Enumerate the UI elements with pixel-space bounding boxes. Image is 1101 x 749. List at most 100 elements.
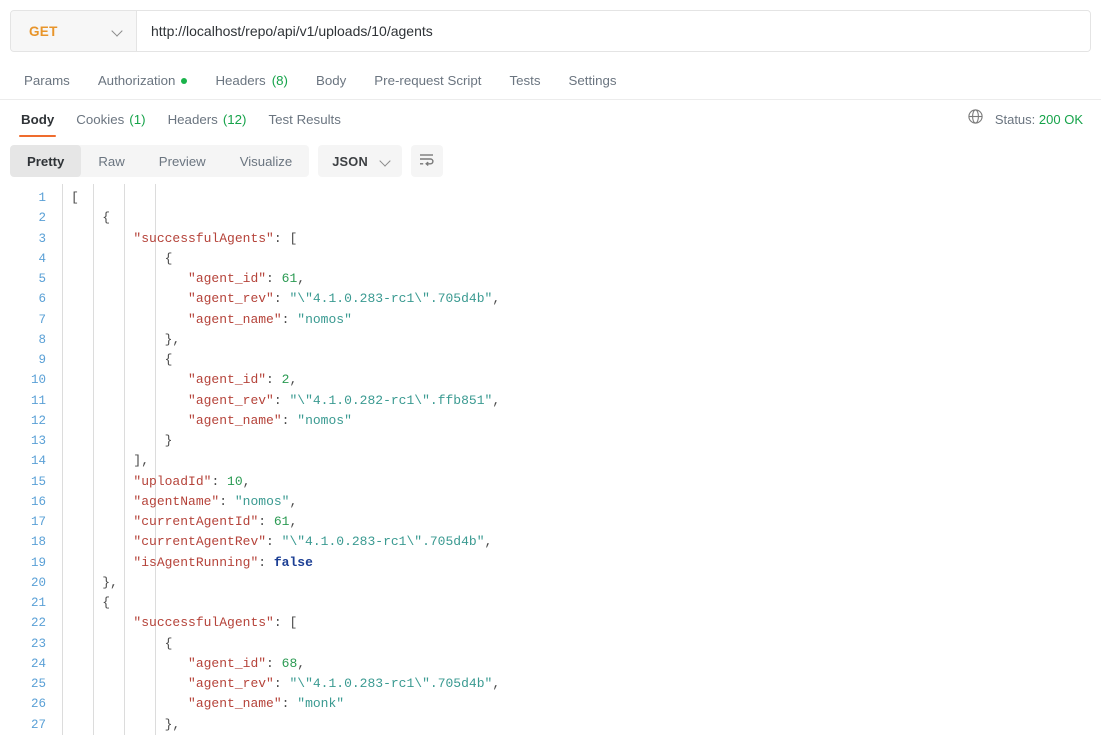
code-text: [ [71, 190, 79, 205]
code-text: { [164, 352, 173, 367]
code-line: 9 { [0, 350, 1101, 370]
line-number: 23 [30, 636, 46, 651]
code-text: "agent_rev": "\"4.1.0.282-rc1\".ffb851", [188, 392, 501, 408]
response-tab-label: Cookies [76, 111, 125, 127]
http-method-select[interactable]: GET [11, 11, 137, 51]
word-wrap-icon [418, 151, 435, 172]
language-select[interactable]: JSON [318, 145, 402, 177]
line-number: 27 [30, 717, 46, 732]
response-tab-body[interactable]: Body [10, 100, 65, 138]
response-tab-test-results[interactable]: Test Results [257, 100, 351, 138]
line-number: 4 [38, 251, 46, 266]
response-tab-label: Body [21, 111, 55, 127]
code-line: 26 "agent_name": "monk" [0, 694, 1101, 714]
code-line: 20 }, [0, 573, 1101, 593]
line-number: 13 [30, 434, 46, 448]
code-text: { [102, 595, 111, 610]
line-number: 7 [38, 312, 46, 327]
view-mode-visualize[interactable]: Visualize [223, 145, 310, 177]
code-line: 23 { [0, 634, 1101, 654]
line-number: 3 [38, 231, 46, 246]
response-tab-cookies[interactable]: Cookies (1) [65, 100, 156, 138]
response-body-viewer[interactable]: 1[2 {3 "successfulAgents": [4 {5 "agent_… [0, 184, 1101, 749]
code-text: "uploadId": 10, [133, 473, 251, 489]
code-line: 6 "agent_rev": "\"4.1.0.283-rc1\".705d4b… [0, 289, 1101, 309]
view-mode-segmented-control: Pretty Raw Preview Visualize [10, 145, 310, 177]
chevron-down-icon [112, 26, 123, 37]
status-label: Status: [994, 111, 1036, 127]
line-number: 18 [30, 535, 46, 550]
code-line: 8 }, [0, 330, 1101, 350]
json-code-block: 1[2 {3 "successfulAgents": [4 {5 "agent_… [0, 184, 1101, 735]
code-text: "agent_name": "nomos" [188, 311, 352, 327]
code-text: "agent_rev": "\"4.1.0.283-rc1\".705d4b", [188, 291, 501, 307]
request-tab-tests[interactable]: Tests [495, 62, 554, 99]
request-tab-label: Body [315, 73, 347, 88]
code-line: 4 { [0, 249, 1101, 269]
view-mode-preview[interactable]: Preview [142, 145, 223, 177]
code-text: { [164, 250, 173, 266]
code-text: "agent_name": "nomos" [188, 412, 352, 428]
request-tabs: Params Authorization Headers (8) Body Pr… [0, 62, 1101, 100]
line-number: 6 [38, 292, 46, 307]
code-line: 11 "agent_rev": "\"4.1.0.282-rc1\".ffb85… [0, 391, 1101, 411]
status-dot-icon [181, 77, 188, 84]
status-badge: Status: 200 OK [995, 112, 1083, 127]
code-text: "successfulAgents": [ [133, 615, 298, 631]
line-number: 8 [38, 332, 46, 347]
code-text: { [164, 635, 173, 651]
code-text: }, [164, 716, 181, 732]
code-line: 27 }, [0, 715, 1101, 735]
request-tab-label: Authorization [97, 73, 176, 88]
code-line: 24 "agent_id": 68, [0, 654, 1101, 674]
code-line: 10 "agent_id": 2, [0, 370, 1101, 390]
line-number: 5 [38, 272, 46, 286]
line-number: 19 [30, 555, 46, 570]
line-number: 24 [30, 656, 46, 671]
code-line: 17 "currentAgentId": 61, [0, 512, 1101, 532]
code-line: 18 "currentAgentRev": "\"4.1.0.283-rc1\"… [0, 532, 1101, 552]
response-tab-badge: (1) [129, 111, 146, 127]
code-text: "agent_rev": "\"4.1.0.283-rc1\".705d4b", [188, 676, 501, 691]
line-number: 25 [30, 677, 46, 691]
code-line: 16 "agentName": "nomos", [0, 492, 1101, 512]
http-method-label: GET [29, 23, 58, 39]
code-line: 1[ [0, 188, 1101, 208]
line-number: 2 [38, 211, 46, 226]
code-text: "agentName": "nomos", [133, 493, 298, 509]
response-tab-badge: (12) [222, 111, 247, 127]
code-line: 5 "agent_id": 61, [0, 269, 1101, 289]
request-tab-settings[interactable]: Settings [554, 62, 630, 99]
request-tab-params[interactable]: Params [10, 62, 84, 99]
response-tab-label: Test Results [268, 111, 341, 127]
line-number: 20 [30, 575, 46, 590]
line-number: 16 [30, 494, 46, 509]
code-line: 13 } [0, 431, 1101, 451]
line-number: 21 [30, 596, 46, 610]
request-tab-label: Headers [215, 73, 266, 88]
line-number: 1 [38, 191, 46, 205]
line-number: 10 [30, 373, 46, 388]
word-wrap-toggle[interactable] [410, 145, 443, 177]
code-line: 25 "agent_rev": "\"4.1.0.283-rc1\".705d4… [0, 674, 1101, 694]
request-tab-badge: (8) [271, 73, 288, 88]
request-tab-authorization[interactable]: Authorization [84, 62, 202, 99]
request-tab-pre-request-script[interactable]: Pre-request Script [360, 62, 495, 99]
line-number: 17 [30, 515, 46, 529]
code-line: 21 { [0, 593, 1101, 613]
request-tab-body[interactable]: Body [302, 62, 360, 99]
code-text: "currentAgentId": 61, [133, 514, 298, 529]
response-tab-headers[interactable]: Headers (12) [157, 100, 258, 138]
response-viewer-toolbar: Pretty Raw Preview Visualize JSON [0, 138, 1101, 184]
view-mode-raw[interactable]: Raw [81, 145, 141, 177]
line-number: 22 [30, 616, 46, 631]
code-line: 15 "uploadId": 10, [0, 472, 1101, 492]
view-mode-pretty[interactable]: Pretty [10, 145, 82, 177]
url-input[interactable]: http://localhost/repo/api/v1/uploads/10/… [137, 11, 1090, 51]
line-number: 9 [38, 353, 46, 367]
code-line: 2 { [0, 208, 1101, 228]
chevron-down-icon [380, 156, 391, 167]
code-text: ], [133, 453, 150, 469]
globe-icon [967, 108, 984, 130]
request-tab-headers[interactable]: Headers (8) [201, 62, 302, 99]
